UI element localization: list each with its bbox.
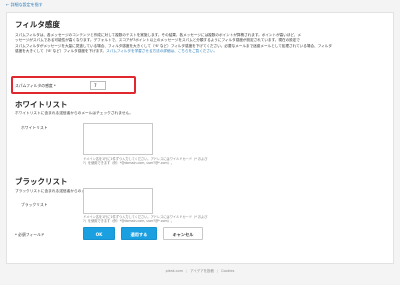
cancel-button[interactable]: キャンセル — [163, 227, 203, 240]
blacklist-title: ブラックリスト — [15, 177, 68, 186]
filter-threshold-title: フィルタ感度 — [15, 20, 60, 29]
desc-line-4-text: 感度を大きくして（'8' など）フィルタ感度を下げます。 — [15, 48, 107, 53]
required-fields-note: * 必須フィールド — [15, 232, 45, 237]
blacklist-hint-line-2: ?）を使用できます（例：*@domain.com, user?@*.com）。 — [83, 219, 174, 224]
footer-link-ideas[interactable]: アイデアを投稿 — [190, 269, 214, 273]
page: ← 詳細な設定を指す フィルタ感度 スパムフィルタは、各メッセージのコンテンツと… — [0, 0, 400, 285]
threshold-field-label: スパムフィルタの感度 * — [15, 83, 56, 88]
whitelist-title: ホワイトリスト — [15, 100, 68, 109]
learn-more-link[interactable]: スパムフィルタを学習させる方法の詳細は、こちらをご覧ください。 — [106, 49, 217, 53]
settings-card: フィルタ感度 スパムフィルタは、各メッセージのコンテンツと作成に対して複数のテス… — [6, 12, 394, 264]
apply-button[interactable]: 適用する — [121, 227, 157, 240]
filter-threshold-description: スパムフィルタは、各メッセージのコンテンツと作成に対して複数のテストを実施します… — [15, 33, 391, 54]
whitelist-hint: ドメイン名を1行に1件ずつ入力してください。アドレスにはワイルドカード（* およ… — [83, 157, 223, 166]
footer-link-plesk[interactable]: plesk.com — [166, 269, 183, 273]
whitelist-textarea[interactable] — [83, 123, 153, 155]
back-link[interactable]: ← 詳細な設定を指す — [6, 2, 43, 8]
blacklist-hint: ドメイン名を1行に1件ずつ入力してください。アドレスにはワイルドカード（* およ… — [83, 215, 223, 224]
ok-button[interactable]: OK — [83, 227, 115, 240]
desc-line-4: 感度を大きくして（'8' など）フィルタ感度を下げます。スパムフィルタを学習させ… — [15, 49, 391, 54]
footer-separator: | — [185, 269, 188, 273]
blacklist-field-label: ブラックリスト — [21, 202, 48, 207]
footer-separator: | — [216, 269, 218, 273]
footer-link-cookies[interactable]: Cookies — [221, 269, 234, 273]
blacklist-textarea[interactable] — [83, 188, 153, 214]
whitelist-hint-line-2: ?）を使用できます（例：*@domain.com, user?@*.com）。 — [83, 161, 174, 166]
whitelist-description: ホワイトリストに含まれる送信者からのメールはチェックされません。 — [15, 111, 133, 115]
footer: plesk.com | アイデアを投稿 | Cookies — [0, 268, 400, 273]
threshold-input[interactable]: 7 — [90, 81, 106, 90]
whitelist-field-label: ホワイトリスト — [21, 125, 48, 130]
